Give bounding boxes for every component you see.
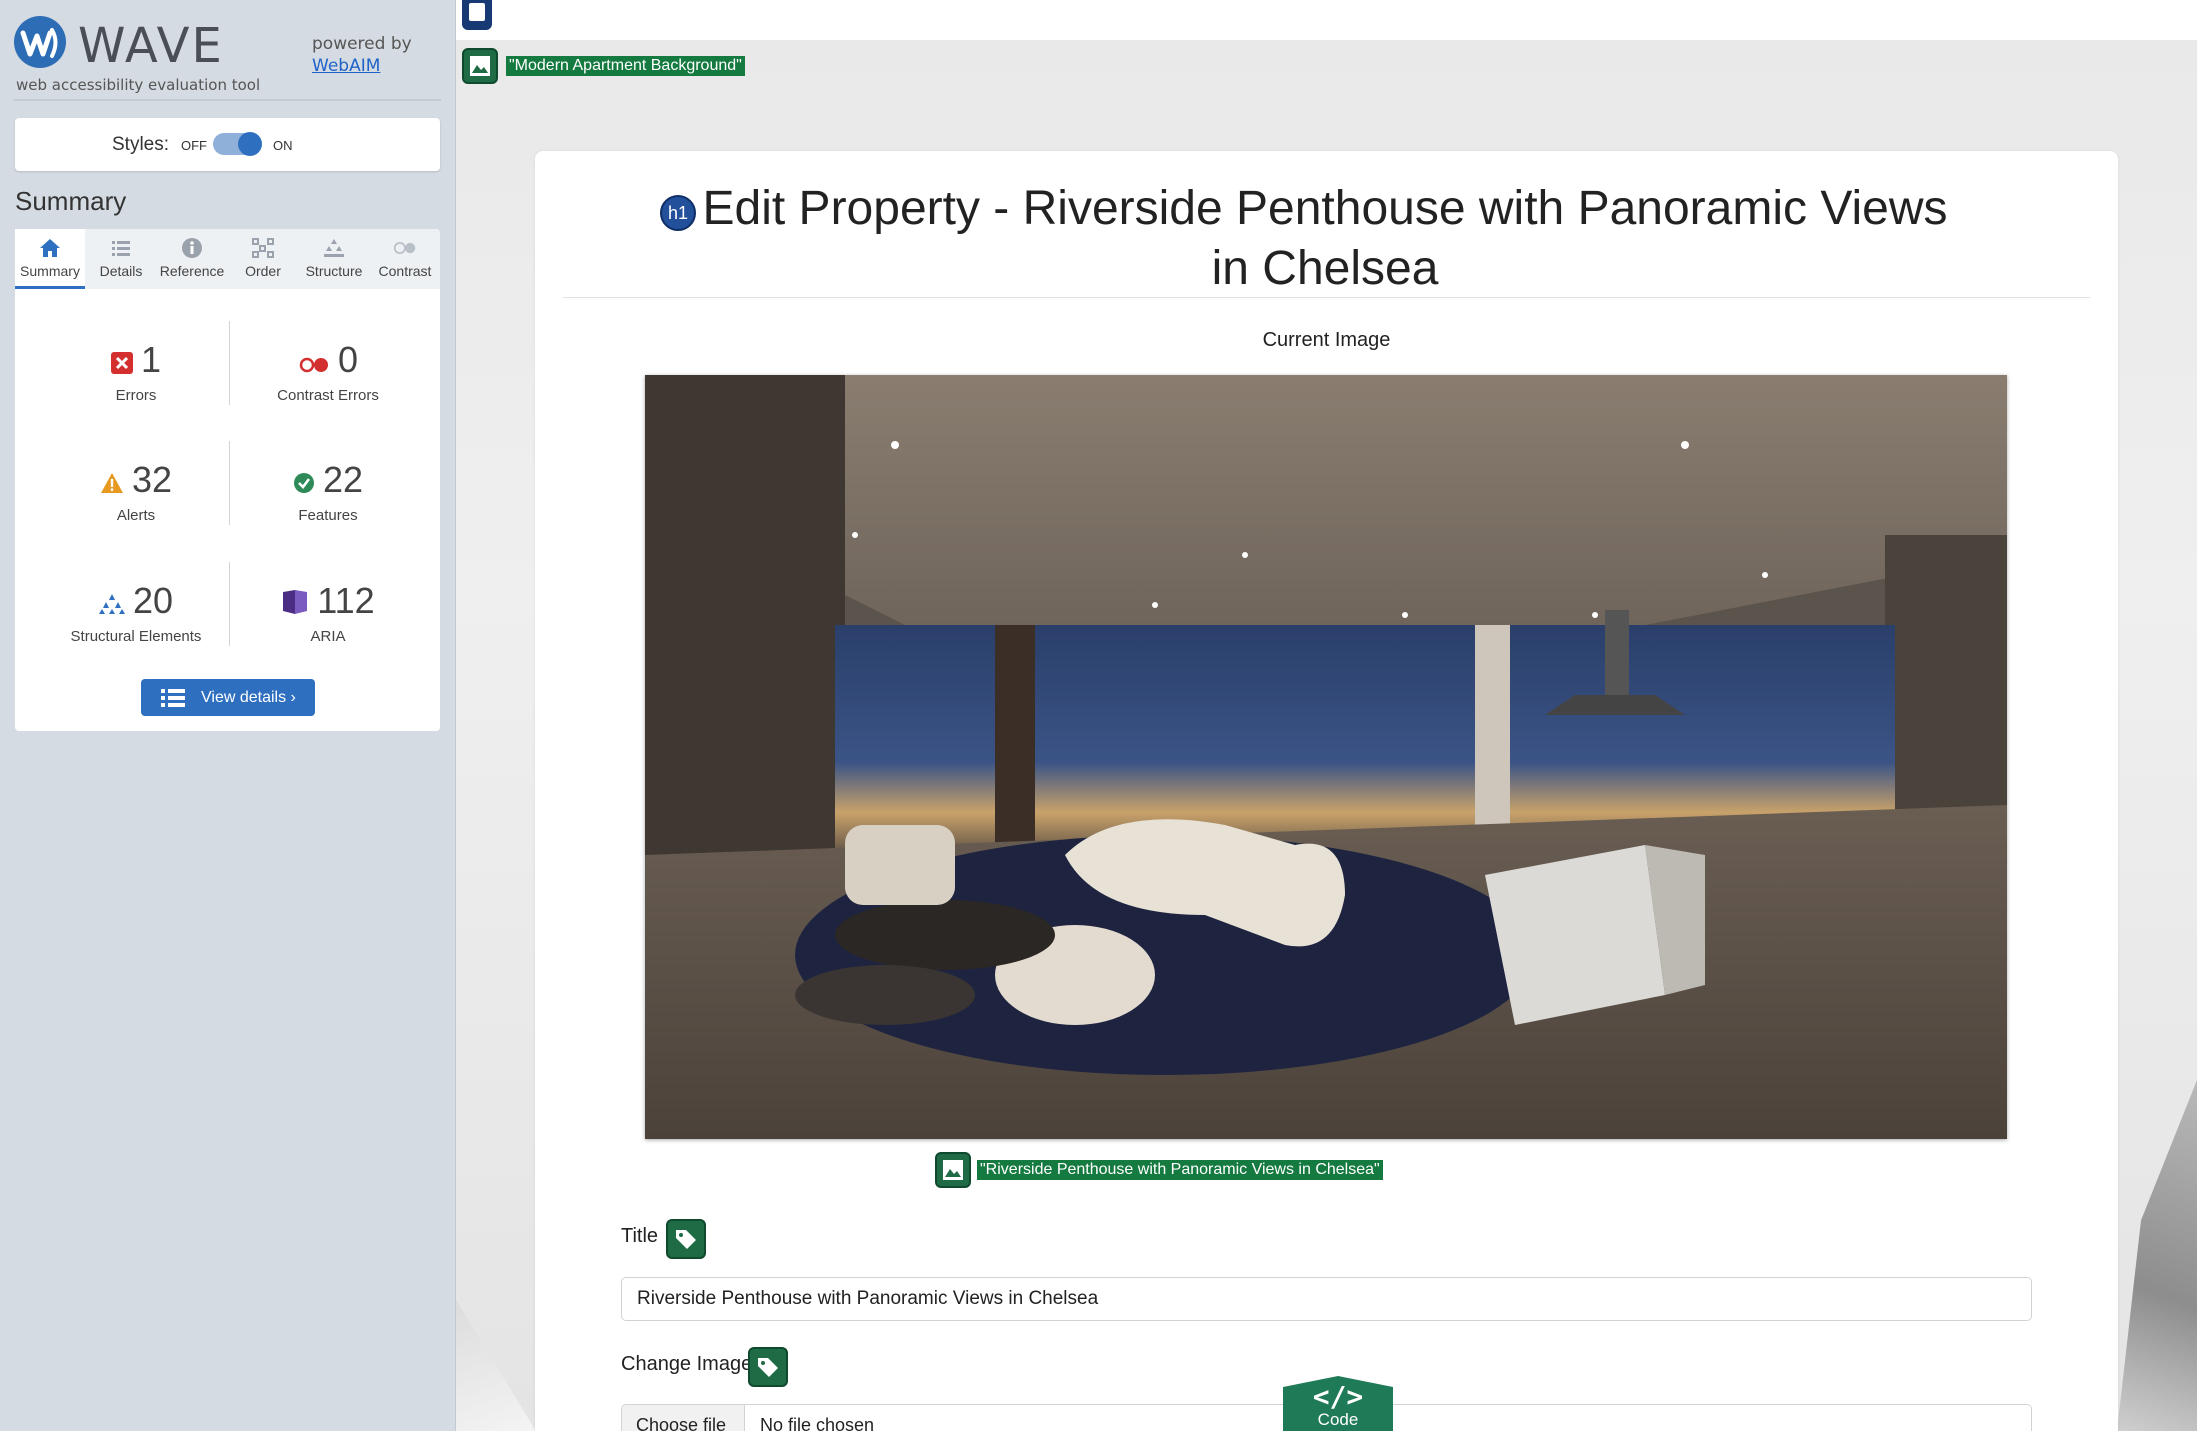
styles-on-label: ON xyxy=(273,138,293,153)
stat-errors[interactable]: 1 Errors xyxy=(41,339,231,404)
list-icon xyxy=(161,689,185,707)
label-tag-icon[interactable] xyxy=(748,1347,788,1387)
view-details-button[interactable]: View details › xyxy=(141,679,315,716)
wave-tagline: web accessibility evaluation tool xyxy=(16,76,261,94)
change-image-label: Change Image xyxy=(621,1353,753,1375)
stat-alerts[interactable]: 32 Alerts xyxy=(41,459,231,524)
property-photo xyxy=(645,375,2007,1139)
stat-contrast-errors[interactable]: 0 Contrast Errors xyxy=(233,339,423,404)
wave-logo-area: WAVE web accessibility evaluation tool p… xyxy=(14,14,441,101)
home-icon xyxy=(40,239,60,257)
stat-divider xyxy=(229,441,230,525)
stat-label: Alerts xyxy=(116,507,156,524)
aria-icon xyxy=(281,582,309,624)
stat-value: 1 xyxy=(140,339,162,380)
stat-aria[interactable]: 112 ARIA xyxy=(233,580,423,645)
tab-label: Structure xyxy=(305,263,363,279)
wave-sidebar: WAVE web accessibility evaluation tool p… xyxy=(0,0,456,1431)
tab-contrast[interactable]: Contrast xyxy=(370,229,440,289)
tab-order[interactable]: Order xyxy=(228,229,298,289)
tab-structure[interactable]: Structure xyxy=(299,229,369,289)
tab-details[interactable]: Details xyxy=(86,229,156,289)
styles-toggle-switch[interactable] xyxy=(213,132,262,156)
summary-panel: Summary Details Reference Order Structur… xyxy=(15,229,440,731)
powered-by-text: powered by xyxy=(312,34,412,54)
stat-value: 112 xyxy=(317,580,375,621)
page-top-bar xyxy=(456,0,2197,40)
stat-label: Features xyxy=(298,507,358,524)
stat-label: Errors xyxy=(115,387,157,404)
page-title: Edit Property - Riverside Penthouse with… xyxy=(702,182,1948,295)
current-image-label: Current Image xyxy=(1262,329,1391,351)
code-toggle-button[interactable]: </> Code xyxy=(1283,1376,1393,1431)
stat-value: 0 xyxy=(337,339,359,380)
order-icon xyxy=(252,238,274,258)
structure-icon xyxy=(324,239,344,257)
info-icon xyxy=(182,238,202,258)
stat-value: 32 xyxy=(131,459,173,500)
file-status-text: No file chosen xyxy=(760,1415,875,1431)
error-icon xyxy=(110,341,133,383)
stat-structural[interactable]: 20 Structural Elements xyxy=(41,580,231,645)
image-alt-label: "Riverside Penthouse with Panoramic View… xyxy=(977,1160,1383,1180)
image-alt-icon[interactable] xyxy=(935,1152,971,1188)
stat-label: Structural Elements xyxy=(70,628,202,645)
tab-label: Details xyxy=(99,263,143,279)
contrast-error-icon xyxy=(298,341,330,383)
label-tag-icon[interactable] xyxy=(666,1219,706,1259)
title-label: Title xyxy=(621,1225,659,1247)
wave-tab-bar: Summary Details Reference Order Structur… xyxy=(15,229,440,289)
stat-divider xyxy=(229,562,230,646)
styles-toggle-box: Styles: OFF ON xyxy=(15,118,440,171)
tab-summary[interactable]: Summary xyxy=(15,229,85,289)
image-alt-icon[interactable] xyxy=(462,48,498,84)
styles-label: Styles: xyxy=(112,134,170,155)
edit-property-card: h1 Edit Property - Riverside Penthouse w… xyxy=(535,151,2118,1431)
wave-brand: WAVE xyxy=(78,18,224,74)
toggle-knob xyxy=(238,132,262,156)
tab-label: Contrast xyxy=(378,263,432,279)
wave-logo-icon xyxy=(14,16,66,68)
stat-label: Contrast Errors xyxy=(277,387,379,404)
tab-reference[interactable]: Reference xyxy=(157,229,227,289)
background-alt-label: "Modern Apartment Background" xyxy=(506,56,745,76)
contrast-icon xyxy=(393,242,416,254)
tab-label: Order xyxy=(245,263,281,279)
webaim-link[interactable]: WebAIM xyxy=(312,56,380,76)
stat-features[interactable]: 22 Features xyxy=(233,459,423,524)
document-language-icon[interactable] xyxy=(462,0,492,30)
tab-label: Reference xyxy=(159,263,225,279)
tab-label: Summary xyxy=(20,263,80,279)
alert-icon xyxy=(100,461,124,503)
stat-value: 20 xyxy=(132,580,174,621)
code-label: Code xyxy=(1317,1410,1359,1429)
stat-value: 22 xyxy=(322,459,364,500)
divider xyxy=(563,297,2090,298)
view-details-label: View details › xyxy=(201,689,296,706)
feature-icon xyxy=(293,461,315,503)
summary-heading: Summary xyxy=(15,186,127,216)
styles-off-label: OFF xyxy=(181,138,207,153)
choose-file-button[interactable]: Choose file xyxy=(622,1405,745,1431)
code-icon: </> xyxy=(1312,1380,1364,1413)
structure-icon xyxy=(98,582,125,624)
evaluated-page: "Modern Apartment Background" h1 Edit Pr… xyxy=(456,0,2197,1431)
title-input[interactable]: Riverside Penthouse with Panoramic Views… xyxy=(621,1277,2032,1321)
stat-label: ARIA xyxy=(310,628,346,645)
stat-divider xyxy=(229,321,230,405)
list-icon xyxy=(112,241,130,256)
